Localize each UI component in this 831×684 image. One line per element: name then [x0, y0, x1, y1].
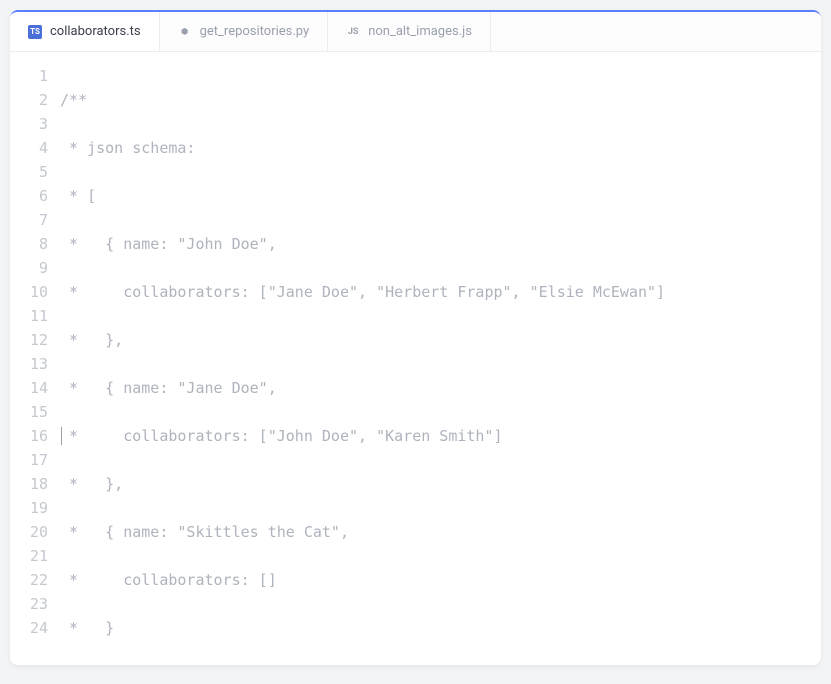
code-line: * collaborators: ["Jane Doe", "Herbert F…	[60, 280, 821, 304]
code-content[interactable]: /** * json schema: * [ * { name: "John D…	[60, 64, 821, 665]
code-line: * },	[60, 472, 821, 496]
ts-icon: TS	[28, 25, 42, 39]
line-number: 16	[10, 424, 48, 448]
code-line: * { name: "Jane Doe",	[60, 376, 821, 400]
line-number: 1	[10, 64, 48, 88]
tab-bar: TS collaborators.ts ⬢ get_repositories.p…	[10, 12, 821, 52]
line-number: 18	[10, 472, 48, 496]
line-number-gutter: 1 2 3 4 5 6 7 8 9 10 11 12 13 14 15 16 1…	[10, 64, 60, 665]
line-number: 13	[10, 352, 48, 376]
tab-get-repositories-py[interactable]: ⬢ get_repositories.py	[160, 12, 329, 51]
editor-card: TS collaborators.ts ⬢ get_repositories.p…	[10, 10, 821, 665]
code-line: /**	[60, 88, 821, 112]
line-number: 21	[10, 544, 48, 568]
tab-label: non_alt_images.js	[368, 24, 472, 39]
line-number: 22	[10, 568, 48, 592]
tab-label: collaborators.ts	[50, 24, 141, 39]
line-number: 10	[10, 280, 48, 304]
line-number: 19	[10, 496, 48, 520]
code-line: * { name: "John Doe",	[60, 232, 821, 256]
line-number: 12	[10, 328, 48, 352]
line-number: 3	[10, 112, 48, 136]
code-line: * collaborators: ["John Doe", "Karen Smi…	[60, 424, 821, 448]
line-number: 7	[10, 208, 48, 232]
line-number: 9	[10, 256, 48, 280]
text-cursor	[61, 427, 62, 445]
code-line: * [	[60, 184, 821, 208]
line-number: 17	[10, 448, 48, 472]
line-number: 8	[10, 232, 48, 256]
line-number: 11	[10, 304, 48, 328]
code-line: * collaborators: []	[60, 568, 821, 592]
code-line: * json schema:	[60, 136, 821, 160]
py-icon: ⬢	[178, 25, 192, 39]
line-number: 5	[10, 160, 48, 184]
js-icon: JS	[346, 25, 360, 39]
tab-non-alt-images-js[interactable]: JS non_alt_images.js	[328, 12, 491, 51]
line-number: 6	[10, 184, 48, 208]
line-number: 20	[10, 520, 48, 544]
tab-label: get_repositories.py	[200, 24, 310, 39]
code-line: * }	[60, 616, 821, 640]
code-area[interactable]: 1 2 3 4 5 6 7 8 9 10 11 12 13 14 15 16 1…	[10, 52, 821, 665]
line-number: 14	[10, 376, 48, 400]
line-number: 4	[10, 136, 48, 160]
code-line: * { name: "Skittles the Cat",	[60, 520, 821, 544]
line-number: 15	[10, 400, 48, 424]
line-number: 23	[10, 592, 48, 616]
line-number: 2	[10, 88, 48, 112]
tab-collaborators-ts[interactable]: TS collaborators.ts	[10, 12, 160, 51]
code-line: * },	[60, 328, 821, 352]
line-number: 24	[10, 616, 48, 640]
code-line: * ]	[60, 664, 821, 665]
